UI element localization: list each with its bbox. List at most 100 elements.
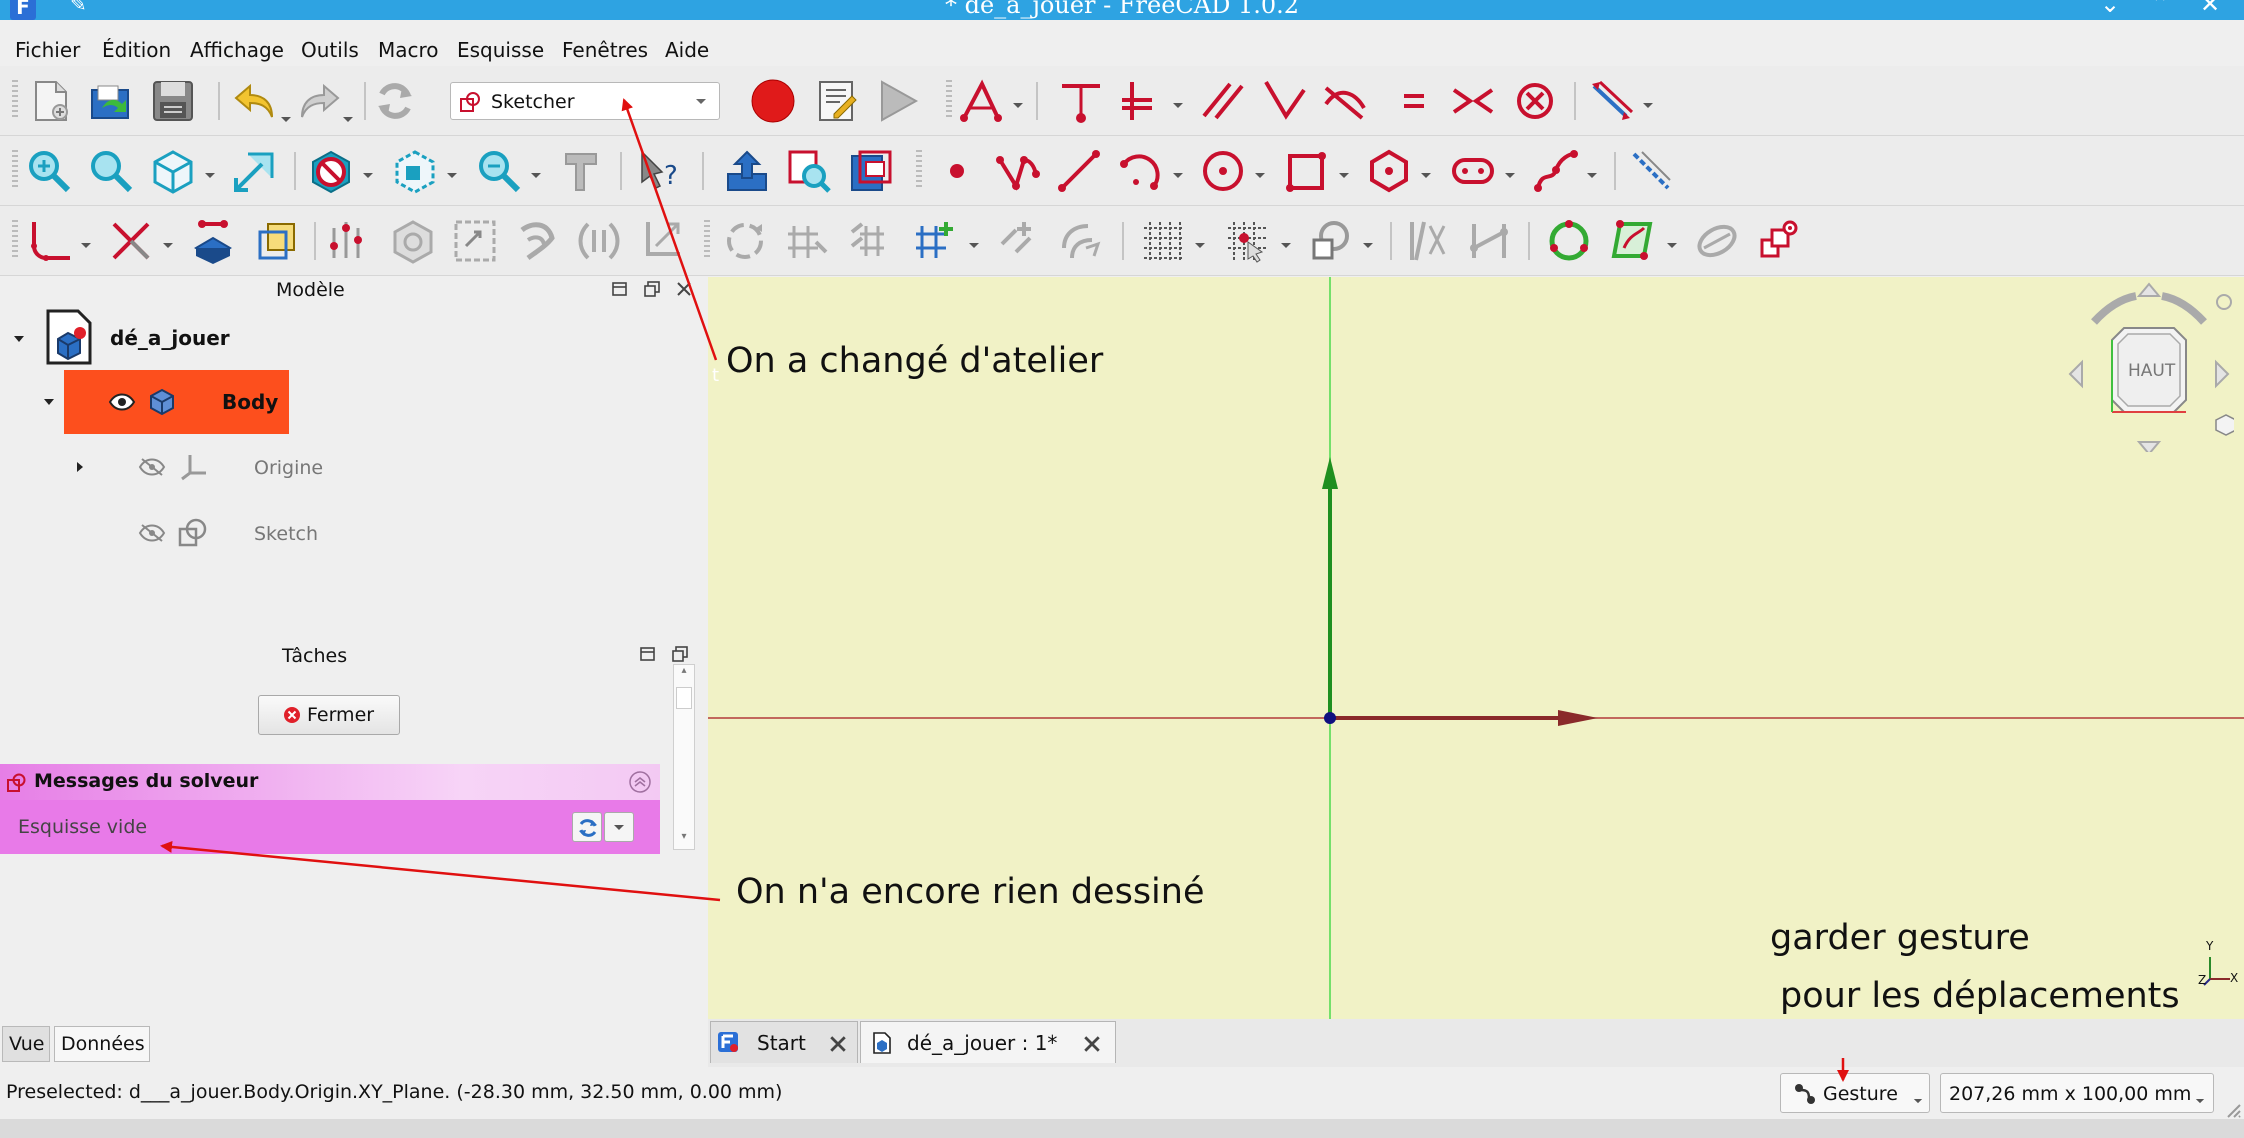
constrain-tangent-icon[interactable]	[1322, 78, 1368, 124]
constrain-block-icon[interactable]	[1512, 78, 1558, 124]
menu-macro[interactable]: Macro	[378, 38, 439, 62]
close-tab-icon[interactable]	[1083, 1035, 1101, 1053]
menu-outils[interactable]: Outils	[301, 38, 359, 62]
create-point-icon[interactable]	[934, 148, 980, 194]
panel-undock-icon[interactable]	[644, 281, 660, 297]
tree-expand-icon[interactable]	[74, 461, 86, 473]
scroll-up-arrow[interactable]: ▴	[674, 665, 694, 681]
bounding-box-icon[interactable]	[392, 148, 438, 194]
toolbar-grip[interactable]	[12, 220, 18, 260]
menu-esquisse[interactable]: Esquisse	[457, 38, 544, 62]
menu-fenetres[interactable]: Fenêtres	[562, 38, 648, 62]
delete-all-geometry-icon[interactable]	[638, 218, 684, 264]
grid-dropdown-icon[interactable]	[1194, 242, 1206, 250]
tree-item-sketch[interactable]: Sketch	[0, 505, 700, 561]
create-polygon-icon[interactable]	[1366, 148, 1412, 194]
dimension-dropdown-icon[interactable]	[1012, 102, 1024, 110]
zoom-dropdown-icon[interactable]	[530, 172, 542, 180]
clone-icon[interactable]	[784, 218, 830, 264]
create-polyline-icon[interactable]	[994, 148, 1040, 194]
fillet-dropdown-icon[interactable]	[80, 242, 92, 250]
resize-grip-icon[interactable]	[2222, 1099, 2242, 1119]
construction-geometry-icon[interactable]	[1628, 148, 1674, 194]
select-origin-icon[interactable]	[390, 218, 436, 264]
toolbar-grip[interactable]	[946, 80, 952, 120]
refresh-icon[interactable]	[372, 78, 418, 124]
arc-dropdown-icon[interactable]	[1172, 172, 1184, 180]
collapse-section-icon[interactable]	[628, 770, 652, 794]
tree-collapse-icon[interactable]	[43, 396, 55, 408]
menu-fichier[interactable]: Fichier	[15, 38, 80, 62]
scroll-thumb[interactable]	[676, 687, 692, 709]
isometric-view-icon[interactable]	[150, 148, 196, 194]
constraint-dropdown-icon[interactable]	[1172, 102, 1184, 110]
convert-to-bspline-icon[interactable]	[1546, 218, 1592, 264]
constrain-equal-icon[interactable]	[1390, 78, 1436, 124]
bspline-dropdown-icon[interactable]	[1586, 172, 1598, 180]
tree-item-origin[interactable]: Origine	[0, 439, 700, 495]
constrain-parallel-icon[interactable]	[1200, 78, 1246, 124]
tab-donnees[interactable]: Données	[54, 1026, 150, 1062]
undo-dropdown-icon[interactable]	[280, 116, 292, 124]
minimize-button[interactable]: ⌄	[2100, 0, 2120, 18]
constrain-perpendicular-icon[interactable]	[1262, 78, 1308, 124]
create-arc-icon[interactable]	[1118, 148, 1164, 194]
tree-item-body[interactable]: Body	[44, 370, 289, 434]
join-curves-icon[interactable]	[1756, 218, 1802, 264]
array-dropdown-icon[interactable]	[968, 242, 980, 250]
symmetry-icon[interactable]	[722, 218, 768, 264]
panel-float-icon[interactable]	[640, 646, 656, 662]
circle-dropdown-icon[interactable]	[1254, 172, 1266, 180]
constrain-symmetric-icon[interactable]	[1450, 78, 1496, 124]
redo-icon[interactable]	[296, 78, 342, 124]
scroll-down-arrow[interactable]: ▾	[674, 831, 694, 847]
create-line-icon[interactable]	[1056, 148, 1102, 194]
toggle-constraint-icon[interactable]	[1404, 218, 1450, 264]
driving-dropdown-icon[interactable]	[1642, 102, 1654, 110]
grid-icon[interactable]	[1140, 218, 1186, 264]
create-bspline-icon[interactable]	[1532, 148, 1578, 194]
redo-dropdown-icon[interactable]	[342, 116, 354, 124]
eye-hidden-icon[interactable]	[138, 457, 166, 477]
tab-start[interactable]: Start	[710, 1021, 858, 1063]
rectangular-array-icon[interactable]	[912, 218, 958, 264]
close-window-button[interactable]: ✕	[2200, 0, 2220, 18]
rendering-order-icon[interactable]	[1308, 218, 1354, 264]
select-redundant-icon[interactable]	[514, 218, 560, 264]
origin-point[interactable]	[1324, 712, 1336, 724]
dimension-display[interactable]: 207,26 mm x 100,00 mm	[1940, 1073, 2214, 1113]
view-dropdown-icon[interactable]	[204, 172, 216, 180]
constrain-horizontal-vertical-icon[interactable]	[1118, 78, 1164, 124]
macro-run-icon[interactable]	[876, 78, 922, 124]
snap-dropdown-icon[interactable]	[1280, 242, 1292, 250]
trim-dropdown-icon[interactable]	[162, 242, 174, 250]
snap-icon[interactable]	[1224, 218, 1270, 264]
close-task-button[interactable]: Fermer	[258, 695, 400, 735]
select-constraints-icon[interactable]	[328, 218, 374, 264]
create-circle-icon[interactable]	[1200, 148, 1246, 194]
new-document-icon[interactable]	[28, 78, 74, 124]
toggle-driving-icon[interactable]	[1588, 78, 1634, 124]
leave-sketch-icon[interactable]	[724, 148, 770, 194]
toolbar-grip[interactable]	[704, 220, 710, 260]
tab-vue[interactable]: Vue	[2, 1026, 50, 1062]
toolbar-grip[interactable]	[12, 80, 18, 120]
create-slot-icon[interactable]	[1450, 148, 1496, 194]
trim-edge-icon[interactable]	[108, 218, 154, 264]
view-sketch-icon[interactable]	[786, 148, 832, 194]
panel-float-icon[interactable]	[612, 281, 628, 297]
tasks-scrollbar[interactable]: ▴ ▾	[673, 664, 695, 850]
restore-internal-icon[interactable]	[576, 218, 622, 264]
eye-hidden-icon[interactable]	[138, 523, 166, 543]
offset-icon[interactable]	[1058, 218, 1104, 264]
solver-messages-header[interactable]: Messages du solveur	[0, 764, 660, 800]
workbench-selector[interactable]: Sketcher	[450, 82, 720, 120]
macro-record-icon[interactable]	[750, 78, 796, 124]
macro-edit-icon[interactable]	[814, 78, 860, 124]
menu-aide[interactable]: Aide	[665, 38, 709, 62]
slot-dropdown-icon[interactable]	[1504, 172, 1516, 180]
panel-undock-icon[interactable]	[672, 646, 688, 662]
create-fillet-icon[interactable]	[26, 218, 72, 264]
draw-style-icon[interactable]	[308, 148, 354, 194]
measure-view-icon[interactable]	[232, 148, 278, 194]
